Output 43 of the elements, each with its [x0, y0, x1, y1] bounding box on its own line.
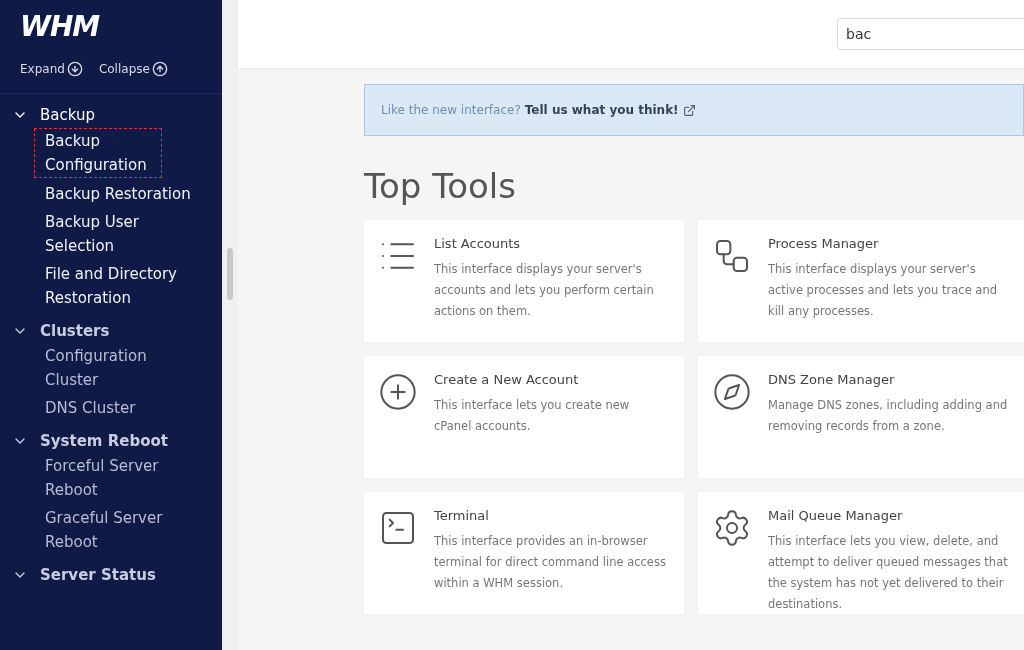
- tool-description: This interface displays your server's active processes and lets you trace and kill any processes.: [768, 261, 998, 320]
- tool-card[interactable]: Mail Queue Manager This interface lets you view, delete, and attempt to deliver queued messages that the system has not yet delivered to their destinations.: [698, 492, 1024, 614]
- sidebar-item[interactable]: Graceful Server Reboot: [34, 506, 214, 554]
- plus-circle-icon: [378, 372, 418, 412]
- tool-title: Mail Queue Manager: [768, 508, 904, 523]
- tool-title: Process Manager: [768, 236, 880, 251]
- tool-description: This interface lets you view, delete, and attempt to deliver queued messages that the system has not yet delivered to their destinations.: [768, 533, 1009, 613]
- sidebar-item[interactable]: DNS Cluster: [34, 396, 214, 420]
- external-link-icon: [682, 103, 696, 117]
- sidebar-item[interactable]: Forceful Server Reboot: [34, 454, 214, 502]
- tool-card[interactable]: DNS Zone Manager Manage DNS zones, including adding and removing records from a zone.: [698, 356, 1024, 478]
- tool-card[interactable]: List Accounts This interface displays your server's accounts and lets you perform certain actions on them.: [364, 220, 684, 342]
- sidebar-item[interactable]: Backup Configuration: [34, 128, 162, 178]
- sidebar-item[interactable]: Configuration Cluster: [34, 344, 214, 392]
- tool-card[interactable]: Terminal This interface provides an in-browser terminal for direct command line access within a WHM session.: [364, 492, 684, 614]
- tool-description: This interface displays your server's accounts and lets you perform certain actions on them.: [434, 261, 655, 320]
- sidebar-item[interactable]: File and Directory Restoration: [34, 262, 214, 310]
- banner-text: Like the new interface?: [381, 103, 521, 117]
- tool-title: List Accounts: [434, 236, 522, 251]
- arrow-down-circle-icon: [66, 61, 83, 77]
- sidebar-item[interactable]: Backup User Selection: [34, 210, 214, 258]
- compass-icon: [712, 372, 752, 412]
- arrow-up-circle-icon: [151, 61, 168, 77]
- tool-title: Create a New Account: [434, 372, 580, 387]
- search-field[interactable]: bac: [837, 18, 1024, 50]
- sidebar-group[interactable]: Clusters: [12, 322, 110, 340]
- expand-button[interactable]: Expand: [20, 61, 83, 77]
- tool-description: This interface lets you create new cPanel accounts.: [434, 397, 631, 435]
- section-title: Top Tools: [364, 166, 517, 206]
- tool-title: Terminal: [434, 508, 490, 523]
- logo: WHM: [19, 9, 101, 43]
- tool-card[interactable]: Create a New Account This interface lets you create new cPanel accounts.: [364, 356, 684, 478]
- scrollbar-thumb[interactable]: [227, 248, 233, 300]
- tool-description: This interface provides an in-browser terminal for direct command line access within a WHM session.: [434, 533, 667, 592]
- feedback-link[interactable]: Tell us what you think!: [524, 103, 679, 117]
- sidebar-group[interactable]: Server Status: [12, 566, 156, 584]
- tool-card[interactable]: Process Manager This interface displays your server's active processes and lets you trace and kill any processes.: [698, 220, 1024, 342]
- sidebar-group[interactable]: Backup: [12, 106, 95, 124]
- sidebar-item[interactable]: Backup Restoration: [34, 182, 214, 206]
- tool-title: DNS Zone Manager: [768, 372, 896, 387]
- sidebar-group[interactable]: System Reboot: [12, 432, 168, 450]
- collapse-button[interactable]: Collapse: [98, 61, 168, 77]
- tool-description: Manage DNS zones, including adding and removing records from a zone.: [768, 397, 1009, 435]
